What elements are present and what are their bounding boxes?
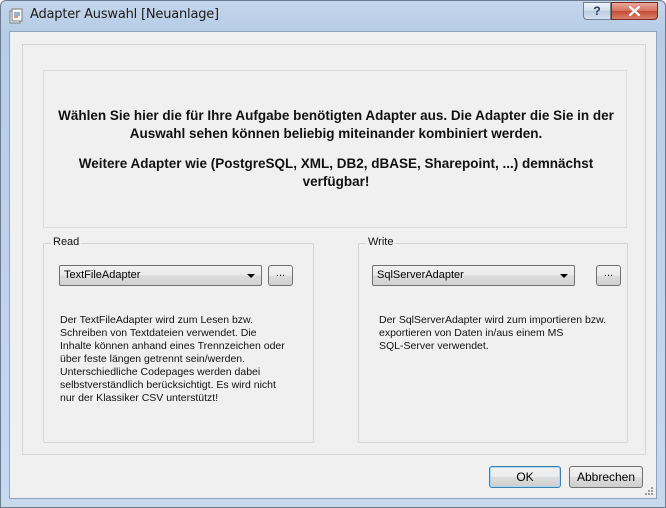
title-bar[interactable]: Adapter Auswahl [Neuanlage] ? [1, 1, 665, 31]
write-group-label: Write [366, 236, 396, 248]
write-group: Write SqlServerAdapter ... Der SqlServer… [358, 236, 628, 443]
read-group: Read TextFileAdapter ... Der TextFileAda… [43, 236, 314, 443]
write-adapter-description: Der SqlServerAdapter wird zum importiere… [379, 314, 607, 352]
help-button[interactable]: ? [583, 2, 611, 20]
read-adapter-description: Der TextFileAdapter wird zum Lesen bzw. … [60, 314, 285, 404]
read-group-label: Read [51, 236, 82, 248]
ok-button[interactable]: OK [489, 466, 561, 488]
info-box: Wählen Sie hier die für Ihre Aufgabe ben… [43, 70, 627, 228]
read-adapter-browse-button[interactable]: ... [268, 265, 293, 286]
read-adapter-select[interactable]: TextFileAdapter [59, 265, 262, 286]
close-icon [628, 5, 641, 17]
main-panel: Wählen Sie hier die für Ihre Aufgabe ben… [22, 44, 646, 455]
dialog-window: Adapter Auswahl [Neuanlage] ? Wählen Sie… [0, 0, 666, 508]
chevron-down-icon [560, 274, 568, 278]
resize-grip-icon[interactable] [644, 486, 654, 496]
write-adapter-select[interactable]: SqlServerAdapter [372, 265, 575, 286]
window-title: Adapter Auswahl [Neuanlage] [30, 7, 219, 22]
write-adapter-browse-button[interactable]: ... [596, 265, 621, 286]
info-text: Wählen Sie hier die für Ihre Aufgabe ben… [58, 108, 614, 141]
chevron-down-icon [247, 274, 255, 278]
info-coming-soon-text: Weitere Adapter wie (PostgreSQL, XML, DB… [78, 156, 594, 189]
cancel-button[interactable]: Abbrechen [569, 466, 643, 488]
dialog-client-area: Wählen Sie hier die für Ihre Aufgabe ben… [9, 31, 657, 499]
read-adapter-selected: TextFileAdapter [64, 269, 141, 281]
write-adapter-selected: SqlServerAdapter [377, 269, 464, 281]
close-button[interactable] [611, 2, 658, 20]
app-icon [8, 8, 24, 24]
